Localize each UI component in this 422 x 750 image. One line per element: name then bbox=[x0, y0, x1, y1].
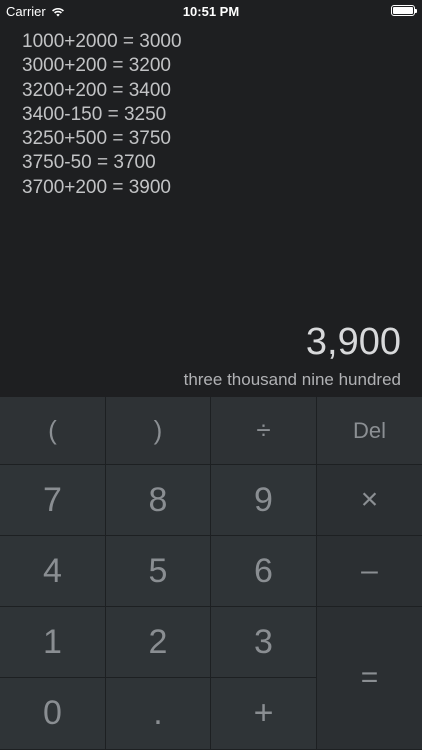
plus-button[interactable]: + bbox=[211, 678, 317, 750]
six-button[interactable]: 6 bbox=[211, 536, 317, 607]
history-line: 3250+500 = 3750 bbox=[22, 128, 171, 150]
zero-button[interactable]: 0 bbox=[0, 678, 106, 750]
result-value: 3,900 bbox=[305, 321, 401, 363]
history-line: 1000+2000 = 3000 bbox=[22, 31, 182, 52]
close-paren-button[interactable]: ) bbox=[106, 397, 211, 465]
battery-icon bbox=[391, 5, 417, 16]
result-words: three thousand nine hundred bbox=[183, 370, 401, 389]
history-line: 3750-50 = 3700 bbox=[22, 152, 156, 174]
two-button[interactable]: 2 bbox=[106, 607, 211, 678]
eight-button[interactable]: 8 bbox=[106, 465, 211, 536]
one-button[interactable]: 1 bbox=[0, 607, 106, 678]
seven-button[interactable]: 7 bbox=[0, 465, 106, 536]
open-paren-button[interactable]: ( bbox=[0, 397, 106, 465]
calculator-screen: Carrier 10:51 PM 1000+2000 = 3000 3000+20… bbox=[0, 0, 422, 750]
minus-button[interactable]: – bbox=[317, 536, 422, 607]
history-line: 3200+200 = 3400 bbox=[22, 79, 171, 101]
status-bar: Carrier 10:51 PM bbox=[0, 0, 422, 22]
equals-button[interactable]: = bbox=[317, 607, 422, 750]
decimal-button[interactable]: . bbox=[106, 678, 211, 750]
history-line: 3000+200 = 3200 bbox=[22, 55, 171, 77]
status-time: 10:51 PM bbox=[182, 4, 240, 19]
divide-button[interactable]: ÷ bbox=[211, 397, 317, 465]
history-line: 3400-150 = 3250 bbox=[22, 103, 167, 125]
three-button[interactable]: 3 bbox=[211, 607, 317, 678]
multiply-button[interactable]: × bbox=[317, 465, 422, 536]
battery-level bbox=[393, 7, 413, 14]
delete-button[interactable]: Del bbox=[317, 397, 422, 465]
calculation-history: 1000+2000 = 3000 3000+200 = 3200 3200+200 … bbox=[22, 30, 182, 200]
keypad: ( ) ÷ Del 7 8 9 × 4 5 6 – 1 2 3 = 0 . + bbox=[0, 397, 422, 750]
nine-button[interactable]: 9 bbox=[211, 465, 317, 536]
four-button[interactable]: 4 bbox=[0, 536, 106, 607]
five-button[interactable]: 5 bbox=[106, 536, 211, 607]
history-line: 3700+200 = 3900 bbox=[22, 176, 171, 198]
